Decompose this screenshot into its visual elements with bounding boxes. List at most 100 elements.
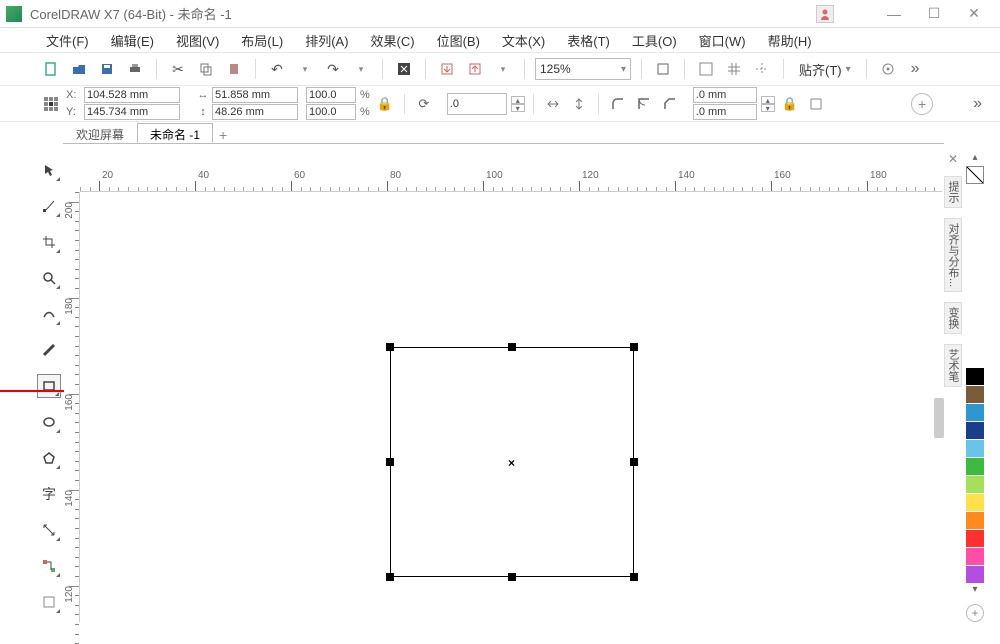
zoom-level-combo[interactable]: 125% ▾: [535, 58, 631, 80]
color-swatch[interactable]: [966, 548, 984, 566]
color-swatch[interactable]: [966, 530, 984, 548]
add-preset-button[interactable]: +: [911, 93, 933, 115]
color-swatch[interactable]: [966, 422, 984, 440]
corner-scallop-icon[interactable]: [633, 93, 655, 115]
menu-edit[interactable]: 编辑(E): [105, 29, 160, 52]
pick-tool-icon[interactable]: [37, 158, 61, 182]
relative-corner-icon[interactable]: [805, 93, 827, 115]
tab-doc1[interactable]: 未命名 -1: [137, 123, 213, 143]
mirror-vertical-icon[interactable]: [568, 93, 590, 115]
color-swatch[interactable]: [966, 512, 984, 530]
menu-effects[interactable]: 效果(C): [365, 29, 421, 52]
maximize-button[interactable]: ☐: [914, 2, 954, 26]
lock-ratio-icon[interactable]: 🔒: [374, 93, 396, 115]
user-account-icon[interactable]: [816, 5, 834, 23]
width-field[interactable]: 51.858 mm: [212, 87, 298, 103]
fullscreen-icon[interactable]: [652, 58, 674, 80]
import-icon[interactable]: [436, 58, 458, 80]
color-swatch[interactable]: [966, 566, 984, 584]
search-content-icon[interactable]: [393, 58, 415, 80]
scale-y-field[interactable]: 100.0: [306, 104, 356, 120]
open-icon[interactable]: [68, 58, 90, 80]
docker-close-icon[interactable]: ✕: [948, 152, 958, 166]
horizontal-ruler[interactable]: 20 40 60 80 100 120 140 160 180: [80, 170, 942, 192]
zoom-tool-icon[interactable]: [37, 266, 61, 290]
export-dropdown-icon[interactable]: ▾: [492, 58, 514, 80]
lock-corners-icon[interactable]: 🔒: [779, 93, 801, 115]
minimize-button[interactable]: —: [874, 2, 914, 26]
polygon-tool-icon[interactable]: [37, 446, 61, 470]
menu-tools[interactable]: 工具(O): [626, 29, 683, 52]
close-button[interactable]: ✕: [954, 2, 994, 26]
rotation-angle-field[interactable]: .0: [447, 93, 507, 115]
docker-align[interactable]: 对齐与分布...: [944, 218, 962, 292]
docker-transform[interactable]: 变换: [944, 302, 962, 334]
export-icon[interactable]: [464, 58, 486, 80]
corner-round-icon[interactable]: [607, 93, 629, 115]
ellipse-tool-icon[interactable]: [37, 410, 61, 434]
dimension-tool-icon[interactable]: [37, 518, 61, 542]
shape-tool-icon[interactable]: [37, 194, 61, 218]
show-grid-icon[interactable]: [723, 58, 745, 80]
toolbar-overflow-icon[interactable]: »: [905, 60, 926, 78]
interactive-tool-icon[interactable]: [37, 590, 61, 614]
corner-stepper[interactable]: ▴▾: [761, 96, 775, 112]
corner-radius-1-field[interactable]: .0 mm: [693, 87, 757, 103]
connector-tool-icon[interactable]: [37, 554, 61, 578]
text-tool-icon[interactable]: 字: [37, 482, 61, 506]
snap-to-combo[interactable]: 贴齐(T) ▾: [794, 58, 856, 80]
add-tab-button[interactable]: +: [213, 127, 233, 143]
freehand-tool-icon[interactable]: [37, 302, 61, 326]
artistic-media-tool-icon[interactable]: [37, 338, 61, 362]
docker-hints[interactable]: 提示: [944, 176, 962, 208]
menu-text[interactable]: 文本(X): [496, 29, 551, 52]
redo-icon[interactable]: ↷: [322, 58, 344, 80]
show-guides-icon[interactable]: [751, 58, 773, 80]
x-position-field[interactable]: 104.528 mm: [84, 87, 180, 103]
print-icon[interactable]: [124, 58, 146, 80]
undo-icon[interactable]: ↶: [266, 58, 288, 80]
corner-chamfer-icon[interactable]: [659, 93, 681, 115]
menu-arrange[interactable]: 排列(A): [299, 29, 354, 52]
redo-dropdown-icon[interactable]: ▾: [350, 58, 372, 80]
object-origin-icon[interactable]: [40, 93, 62, 115]
color-swatch[interactable]: [966, 386, 984, 404]
menu-layout[interactable]: 布局(L): [235, 29, 289, 52]
no-fill-swatch[interactable]: [966, 166, 984, 184]
color-swatch[interactable]: [966, 404, 984, 422]
color-swatch[interactable]: [966, 368, 984, 386]
menu-window[interactable]: 窗口(W): [693, 29, 752, 52]
show-rulers-icon[interactable]: [695, 58, 717, 80]
palette-scroll-up-icon[interactable]: ▴: [972, 152, 977, 166]
menu-view[interactable]: 视图(V): [170, 29, 225, 52]
color-swatch[interactable]: [966, 476, 984, 494]
drawing-canvas[interactable]: ×: [80, 192, 942, 622]
menu-bitmaps[interactable]: 位图(B): [431, 29, 486, 52]
menu-help[interactable]: 帮助(H): [762, 29, 818, 52]
new-doc-icon[interactable]: [40, 58, 62, 80]
docker-artistic[interactable]: 艺术笔: [944, 344, 962, 387]
palette-scroll-down-icon[interactable]: ▾: [972, 584, 977, 598]
corner-radius-2-field[interactable]: .0 mm: [693, 104, 757, 120]
paste-icon[interactable]: [223, 58, 245, 80]
propbar-overflow-icon[interactable]: »: [967, 95, 988, 113]
color-swatch[interactable]: [966, 494, 984, 512]
menu-table[interactable]: 表格(T): [561, 29, 616, 52]
vertical-ruler[interactable]: 200 180 160 140 120: [64, 192, 80, 622]
angle-stepper[interactable]: ▴▾: [511, 96, 525, 112]
options-icon[interactable]: [877, 58, 899, 80]
menu-file[interactable]: 文件(F): [40, 29, 95, 52]
color-swatch[interactable]: [966, 440, 984, 458]
palette-add-button[interactable]: +: [966, 604, 984, 622]
cut-icon[interactable]: ✂: [167, 58, 189, 80]
y-position-field[interactable]: 145.734 mm: [84, 104, 180, 120]
tab-welcome[interactable]: 欢迎屏幕: [63, 123, 137, 143]
vertical-scrollbar-thumb[interactable]: [934, 398, 944, 438]
copy-icon[interactable]: [195, 58, 217, 80]
rectangle-tool-icon[interactable]: [37, 374, 61, 398]
scale-x-field[interactable]: 100.0: [306, 87, 356, 103]
color-swatch[interactable]: [966, 458, 984, 476]
mirror-horizontal-icon[interactable]: [542, 93, 564, 115]
undo-dropdown-icon[interactable]: ▾: [294, 58, 316, 80]
height-field[interactable]: 48.26 mm: [212, 104, 298, 120]
